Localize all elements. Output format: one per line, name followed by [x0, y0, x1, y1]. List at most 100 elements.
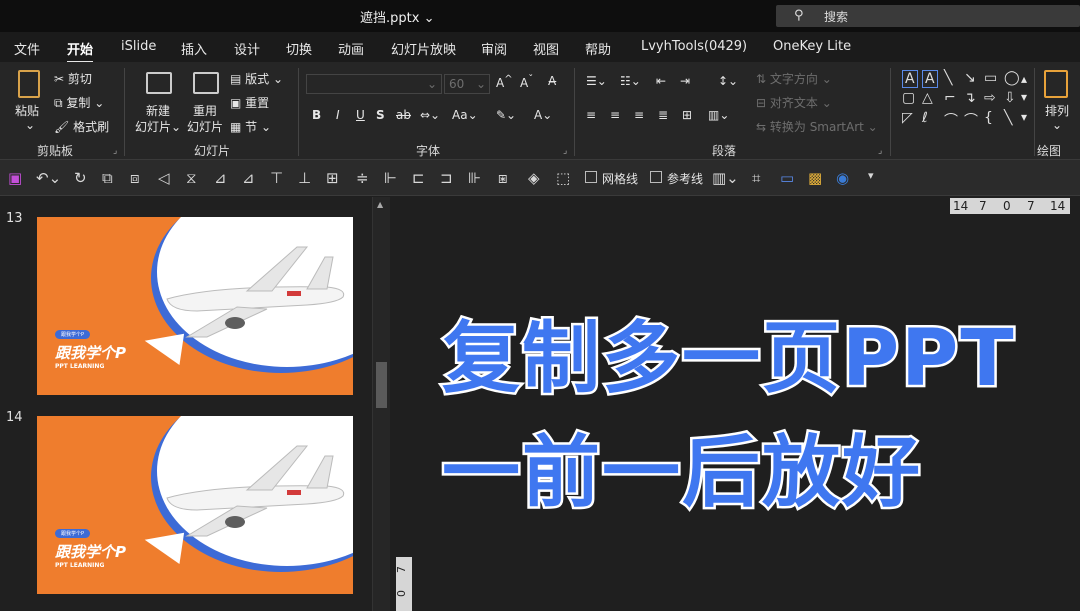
section-button[interactable]: ▦ 节 ⌄: [230, 118, 271, 135]
arrange-dropdown-icon[interactable]: ⌄: [1052, 118, 1062, 132]
distribute-horizontal-icon[interactable]: ⊪: [468, 169, 481, 187]
down-arrow-shape-icon[interactable]: ⇩: [1004, 90, 1016, 106]
crop-icon[interactable]: ⌗: [752, 169, 760, 187]
undo-icon[interactable]: ↶⌄: [36, 169, 61, 187]
line-shape-icon[interactable]: ╲: [944, 70, 952, 86]
reuse-slides-button[interactable]: 幻灯片: [187, 118, 223, 135]
align-bottom-icon[interactable]: ⊥: [298, 169, 311, 187]
arrow-line-shape-icon[interactable]: ↘: [964, 70, 976, 86]
arc-shape-icon[interactable]: ⌒: [964, 110, 978, 130]
vertical-textbox-shape-icon[interactable]: A: [922, 70, 938, 88]
scroll-up-icon[interactable]: ▲: [377, 200, 383, 209]
font-color-icon[interactable]: A⌄: [534, 108, 552, 122]
font-launcher-icon[interactable]: ⌟: [563, 146, 567, 156]
tab-animations[interactable]: 动画: [338, 39, 364, 58]
smartart-button[interactable]: ⇆ 转换为 SmartArt ⌄: [756, 118, 878, 135]
curve-shape-icon[interactable]: ⌒: [944, 110, 958, 130]
text-direction-button[interactable]: ⇅ 文字方向 ⌄: [756, 70, 832, 87]
rounded-rect-shape-icon[interactable]: ▢: [902, 90, 915, 106]
layout-button[interactable]: ▤ 版式 ⌄: [230, 70, 283, 87]
justify-icon[interactable]: ≣: [658, 108, 668, 122]
right-arrow-shape-icon[interactable]: ⇨: [984, 90, 996, 106]
align-right-obj-icon[interactable]: ⊐: [440, 169, 453, 187]
redo-icon[interactable]: ↻: [74, 169, 87, 187]
chart-icon[interactable]: ▥⌄: [712, 169, 739, 187]
gallery-more-icon[interactable]: ▾: [1021, 110, 1027, 124]
clear-format-icon[interactable]: A̶: [548, 74, 556, 88]
highlight-icon[interactable]: ✎⌄: [496, 108, 516, 122]
tab-design[interactable]: 设计: [234, 39, 260, 58]
triangle-shape-icon[interactable]: △: [922, 90, 933, 106]
search-box[interactable]: ⚲ 搜索: [776, 5, 1080, 27]
color-fill-icon[interactable]: ▩: [808, 169, 822, 187]
numbering-icon[interactable]: ☷⌄: [620, 74, 641, 88]
cut-button[interactable]: ✂ 剪切: [54, 70, 92, 87]
tab-lvyhtools[interactable]: LvyhTools(0429): [641, 39, 747, 54]
reuse-slides-label[interactable]: 重用: [193, 102, 217, 119]
bring-forward-icon[interactable]: ⧈: [130, 169, 140, 187]
distribute-vertical-icon[interactable]: ≑: [356, 169, 369, 187]
reset-button[interactable]: ▣ 重置: [230, 94, 269, 111]
distribute-icon[interactable]: ⊞: [682, 108, 692, 122]
align-center-icon[interactable]: ≡: [610, 108, 620, 122]
align-right-icon[interactable]: ≡: [634, 108, 644, 122]
freeform-shape-icon[interactable]: ◸: [902, 110, 913, 126]
gridlines-checkbox[interactable]: [585, 171, 597, 183]
tab-home[interactable]: 开始: [67, 39, 94, 64]
paste-button[interactable]: 粘贴: [15, 102, 39, 119]
font-name-select[interactable]: ⌄: [306, 74, 442, 94]
tab-file[interactable]: 文件: [14, 39, 40, 58]
copy-button[interactable]: ⧉ 复制 ⌄: [54, 94, 104, 111]
decrease-indent-icon[interactable]: ⇤: [656, 74, 666, 88]
tab-onekey[interactable]: OneKey Lite: [773, 39, 851, 54]
align-center-v-icon[interactable]: ⊩: [384, 169, 397, 187]
textbox-shape-icon[interactable]: A: [902, 70, 918, 88]
align-text-button[interactable]: ⊟ 对齐文本 ⌄: [756, 94, 832, 111]
selection-icon[interactable]: ⬚: [556, 169, 570, 187]
format-painter-button[interactable]: 🖌 格式刷: [54, 118, 109, 135]
group-icon[interactable]: ⧉: [102, 169, 113, 187]
tab-view[interactable]: 视图: [533, 39, 559, 58]
guides-checkbox[interactable]: [650, 171, 662, 183]
fill-icon[interactable]: ◈: [528, 169, 540, 187]
slide-thumbnail[interactable]: 跟我学个P 跟我学个P PPT LEARNING: [37, 217, 353, 395]
font-size-select[interactable]: 60 ⌄: [444, 74, 490, 94]
circle-icon[interactable]: ◉: [836, 169, 849, 187]
paste-dropdown-icon[interactable]: ⌄: [25, 118, 35, 132]
line-spacing-icon[interactable]: ↕⌄: [718, 74, 738, 88]
clipboard-launcher-icon[interactable]: ⌟: [113, 146, 117, 156]
rectangle-shape-icon[interactable]: ▭: [984, 70, 997, 86]
document-title[interactable]: 遮挡.pptx ⌄: [360, 7, 434, 26]
tab-islide[interactable]: iSlide: [121, 39, 156, 54]
slide-thumbnail[interactable]: 跟我学个P 跟我学个P PPT LEARNING: [37, 416, 353, 594]
customize-qat-icon[interactable]: ▾: [868, 169, 874, 182]
new-slide-button[interactable]: 幻灯片⌄: [135, 118, 181, 135]
italic-button[interactable]: I: [336, 108, 340, 122]
thumbnail-scrollbar[interactable]: ▲: [372, 197, 390, 611]
text-shadow-button[interactable]: S: [376, 108, 385, 122]
paragraph-launcher-icon[interactable]: ⌟: [878, 146, 882, 156]
tab-help[interactable]: 帮助: [585, 39, 611, 58]
align-top-icon[interactable]: ⊤: [270, 169, 283, 187]
tab-transitions[interactable]: 切换: [286, 39, 312, 58]
arrange-button[interactable]: 排列: [1045, 102, 1069, 119]
elbow-connector-icon[interactable]: ⌐: [944, 90, 956, 106]
align-left-icon[interactable]: ≡: [586, 108, 596, 122]
shapes-gallery[interactable]: A A ╲ ↘ ▭ ◯ ▢ △ ⌐ ↴ ⇨ ⇩ ◸ ℓ ⌒ ⌒ { ╲: [900, 70, 1020, 130]
decrease-font-icon[interactable]: Aˇ: [520, 74, 533, 90]
strikethrough-button[interactable]: ab: [396, 108, 411, 122]
bracket-shape-icon[interactable]: ╲: [1004, 110, 1012, 126]
rotate-right-icon[interactable]: ⊿: [242, 169, 255, 187]
tab-insert[interactable]: 插入: [181, 39, 207, 58]
brace-shape-icon[interactable]: {: [984, 110, 993, 126]
save-icon[interactable]: ▣: [8, 169, 22, 187]
underline-button[interactable]: U: [356, 108, 365, 122]
align-middle-icon[interactable]: ⊞: [326, 169, 339, 187]
tab-slideshow[interactable]: 幻灯片放映: [391, 39, 456, 58]
increase-font-icon[interactable]: A^: [496, 74, 513, 90]
scribble-shape-icon[interactable]: ℓ: [922, 110, 928, 126]
columns-icon[interactable]: ▥⌄: [708, 108, 729, 122]
rotate-left-icon[interactable]: ⊿: [214, 169, 227, 187]
bullets-icon[interactable]: ☰⌄: [586, 74, 607, 88]
crop-shape-icon[interactable]: ⧆: [498, 169, 508, 187]
